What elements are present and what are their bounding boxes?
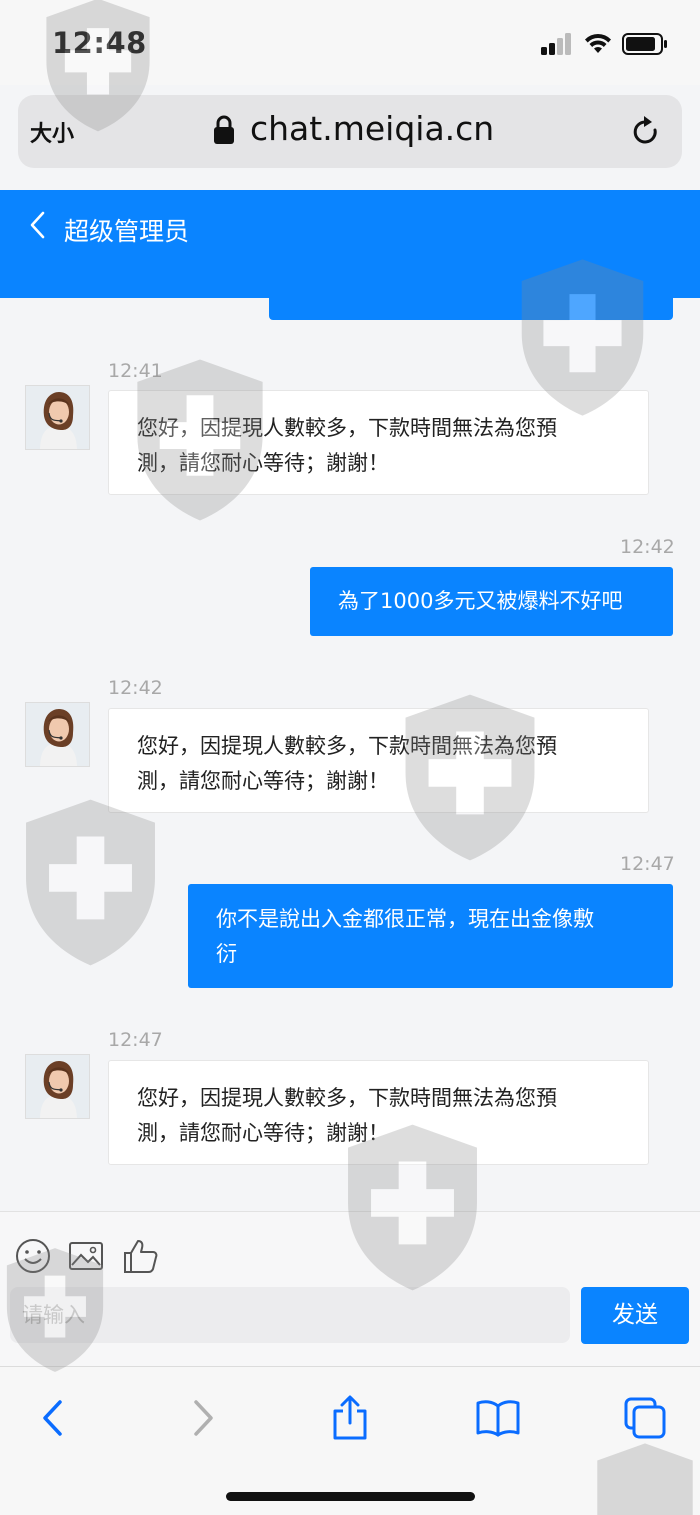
agent-avatar <box>25 385 90 450</box>
message-timestamp: 12:47 <box>108 1029 163 1051</box>
image-icon[interactable] <box>67 1237 105 1275</box>
message-timestamp: 12:42 <box>108 677 163 699</box>
agent-message-bubble: 您好，因提現人數較多，下款時間無法為您預 測，請您耐心等待；謝謝！ <box>108 1060 649 1165</box>
message-timestamp: 12:47 <box>620 853 675 875</box>
lock-icon <box>214 115 234 144</box>
watermark-shield-icon <box>26 799 155 966</box>
composer-area: 发送 <box>0 1211 700 1366</box>
browser-toolbar <box>0 1366 700 1515</box>
message-text-line: 您好，因提現人數較多，下款時間無法為您預 <box>137 1086 557 1110</box>
thumbs-up-icon[interactable] <box>121 1237 159 1275</box>
header-tail-bubble <box>269 296 673 320</box>
message-timestamp: 12:42 <box>620 536 675 558</box>
agent-avatar <box>25 1054 90 1119</box>
message-text-line: 測，請您耐心等待；謝謝！ <box>137 1121 389 1145</box>
send-button[interactable]: 发送 <box>581 1287 689 1344</box>
message-text-line: 您好，因提現人數較多，下款時間無法為您預 <box>137 734 557 758</box>
message-text-line: 衍 <box>216 942 237 966</box>
status-time: 12:48 <box>52 26 147 60</box>
wifi-icon <box>585 33 611 53</box>
reload-icon[interactable] <box>630 115 662 149</box>
agent-message-bubble: 您好，因提現人數較多，下款時間無法為您預 測，請您耐心等待；謝謝！ <box>108 708 649 813</box>
message-text-line: 測，請您耐心等待；謝謝！ <box>137 451 389 475</box>
forward-arrow-icon[interactable] <box>180 1395 226 1441</box>
url-text[interactable]: chat.meiqia.cn <box>250 109 494 148</box>
home-indicator <box>226 1492 475 1501</box>
back-chevron-icon[interactable] <box>28 210 46 240</box>
user-message-bubble: 你不是說出入金都很正常，現在出金像敷 衍 <box>188 884 673 988</box>
message-text-line: 測，請您耐心等待；謝謝！ <box>137 769 389 793</box>
message-text-line: 為了1000多元又被爆料不好吧 <box>338 589 623 613</box>
signal-icon <box>541 33 573 55</box>
chat-header: 超级管理员 <box>0 190 700 298</box>
chat-title: 超级管理员 <box>64 217 190 246</box>
back-arrow-icon[interactable] <box>30 1395 76 1441</box>
share-icon[interactable] <box>327 1395 373 1441</box>
bookmarks-icon[interactable] <box>475 1395 521 1441</box>
battery-icon <box>622 33 667 55</box>
message-text-line: 你不是說出入金都很正常，現在出金像敷 <box>216 907 594 931</box>
emoji-icon[interactable] <box>14 1237 52 1275</box>
text-size-button[interactable]: 大小 <box>30 116 74 148</box>
message-text-line: 您好，因提現人數較多，下款時間無法為您預 <box>137 416 557 440</box>
tabs-icon[interactable] <box>622 1395 668 1441</box>
agent-avatar <box>25 702 90 767</box>
status-bar: 12:48 <box>0 0 700 85</box>
browser-address-bar[interactable]: 大小 chat.meiqia.cn <box>18 95 682 168</box>
message-timestamp: 12:41 <box>108 360 163 382</box>
message-input[interactable] <box>10 1287 570 1343</box>
user-message-bubble: 為了1000多元又被爆料不好吧 <box>310 567 673 636</box>
agent-message-bubble: 您好，因提現人數較多，下款時間無法為您預 測，請您耐心等待；謝謝！ <box>108 390 649 495</box>
